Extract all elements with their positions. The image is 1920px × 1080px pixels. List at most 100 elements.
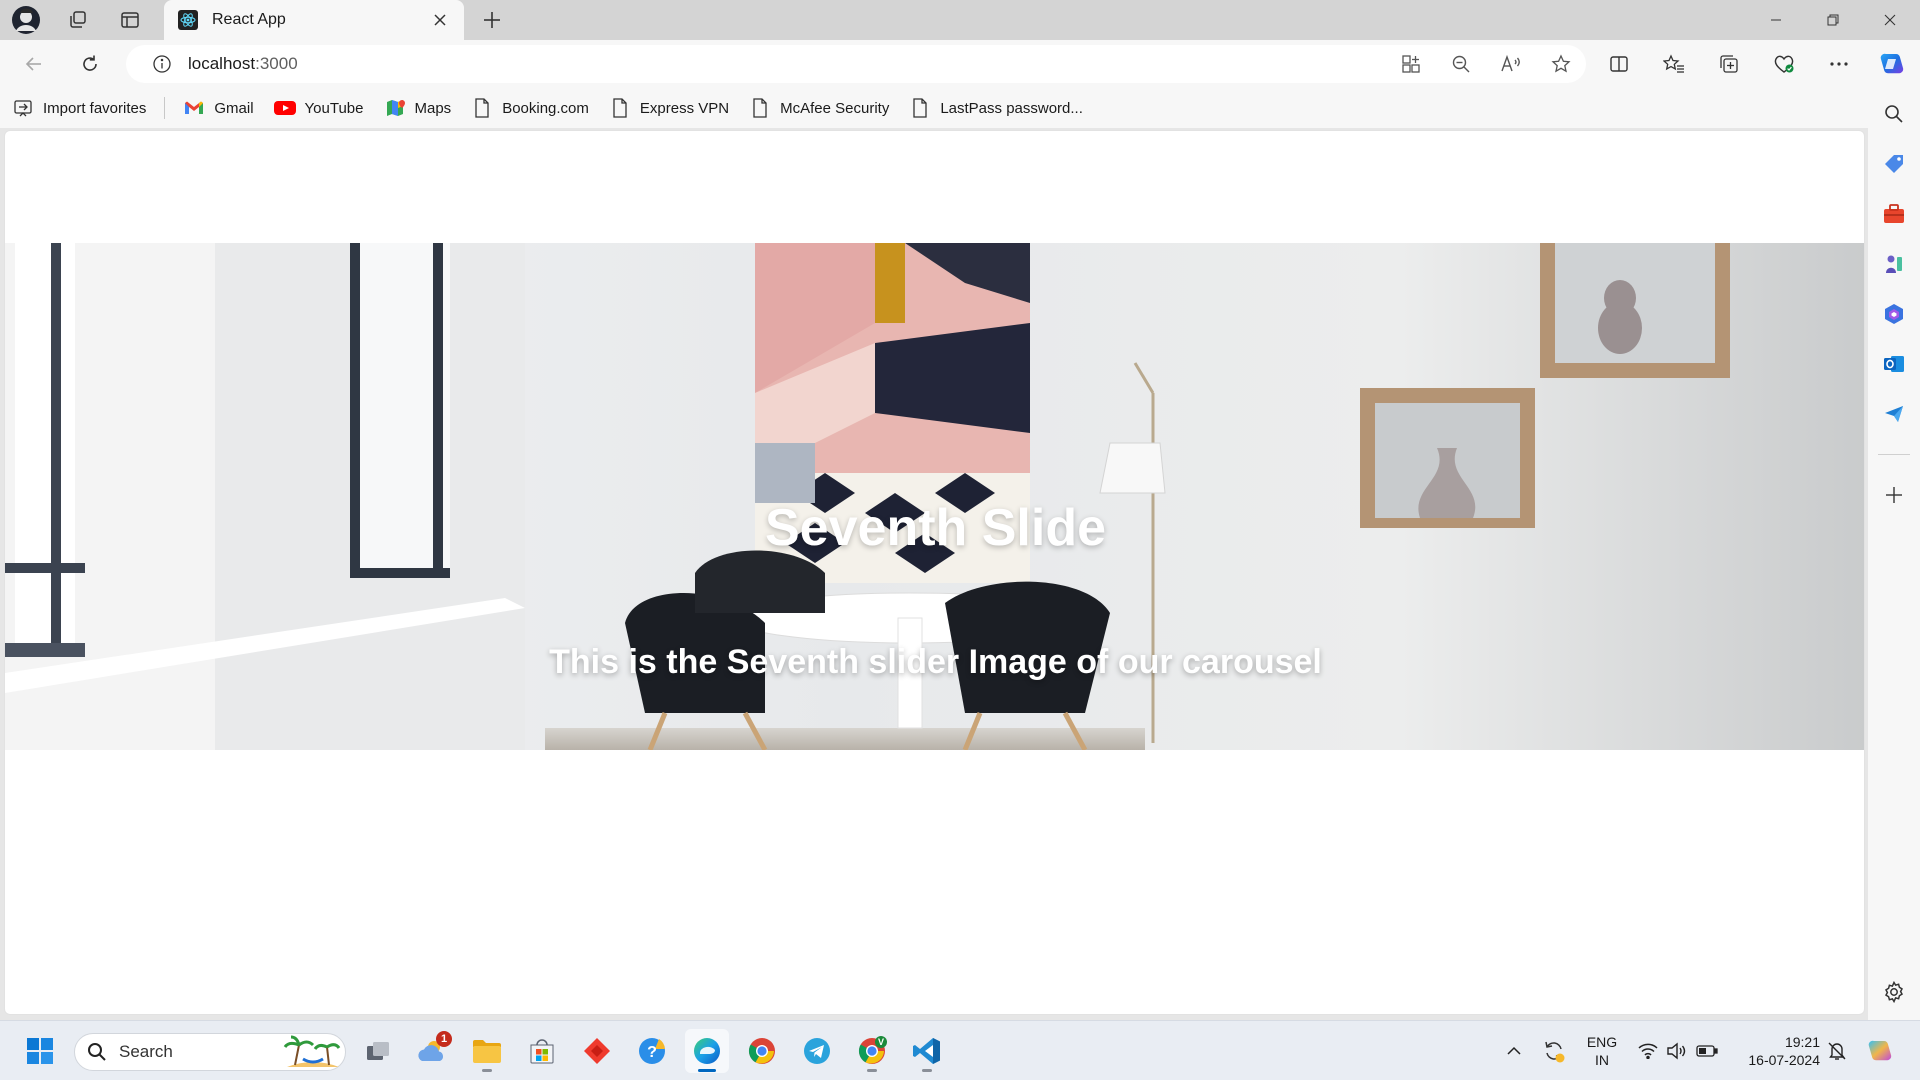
favorite-gmail[interactable]: Gmail [183,97,254,119]
app-available-icon[interactable] [1386,45,1436,83]
language-region: IN [1595,1052,1609,1068]
favorite-lastpass[interactable]: LastPass password... [909,97,1083,119]
youtube-icon [273,97,296,119]
import-icon [12,97,34,119]
page-icon [749,97,771,119]
settings-gear-icon[interactable] [1876,974,1912,1010]
task-view-icon[interactable] [356,1029,400,1073]
favorite-express-vpn[interactable]: Express VPN [609,97,729,119]
running-indicator [482,1069,492,1072]
shopping-tag-icon[interactable] [1876,146,1912,182]
search-label: Search [119,1042,173,1061]
favorite-label: Express VPN [639,99,730,117]
favorite-import-favorites[interactable]: Import favorites [12,97,146,119]
anydesk-icon[interactable] [575,1029,619,1073]
tab-react-app[interactable]: React App [164,0,464,40]
vertical-tabs-icon[interactable] [114,4,146,36]
clock-date: 16-07-2024 [1748,1052,1820,1068]
favorite-label: Maps [414,99,452,117]
input-language-indicator[interactable]: ENG IN [1580,1033,1624,1069]
running-indicator [867,1069,877,1072]
telegram-icon[interactable] [795,1029,839,1073]
chrome-profile-badge: V [878,1037,884,1047]
favorites-icon[interactable] [1656,48,1692,80]
language-code: ENG [1586,1034,1618,1050]
site-info-icon[interactable] [142,54,182,74]
windows-start-icon[interactable] [18,1029,62,1073]
clock-time: 19:21 [1784,1034,1820,1050]
favorites-bar: Import favorites Gmail YouTube Maps Book… [0,88,1920,128]
url-host: localhost [188,54,256,73]
windows-taskbar: Search 1 ? V ENG IN 19:21 16-07-2024 [0,1020,1920,1080]
favorites-divider [164,97,166,119]
browser-essentials-icon[interactable] [1766,48,1802,80]
split-screen-icon[interactable] [1601,48,1637,80]
volume-icon[interactable] [1662,1021,1690,1080]
svg-text:?: ? [647,1044,657,1061]
tools-briefcase-icon[interactable] [1876,196,1912,232]
copilot-taskbar-icon[interactable] [1862,1021,1898,1080]
sync-status-icon[interactable] [1536,1021,1572,1080]
chrome-profile-icon[interactable]: V [850,1029,894,1073]
favorite-label: McAfee Security [780,99,890,117]
games-chess-icon[interactable] [1876,246,1912,282]
chrome-icon[interactable] [740,1029,784,1073]
minimize-button[interactable] [1748,0,1804,40]
favorite-label: Gmail [214,99,254,117]
microsoft-365-icon[interactable] [1876,296,1912,332]
file-explorer-icon[interactable] [465,1029,509,1073]
taskbar-clock[interactable]: 19:21 16-07-2024 [1730,1033,1820,1069]
favorite-youtube[interactable]: YouTube [273,97,364,119]
notification-badge: 1 [436,1031,452,1047]
favorite-label: YouTube [304,99,364,117]
microsoft-store-icon[interactable] [520,1029,564,1073]
tab-strip: React App [0,0,1920,40]
page-icon [909,97,931,119]
restore-button[interactable] [1805,0,1861,40]
read-aloud-icon[interactable] [1486,45,1536,83]
drop-send-icon[interactable] [1876,396,1912,432]
do-not-disturb-icon[interactable] [1822,1021,1852,1080]
close-window-button[interactable] [1862,0,1918,40]
maps-icon [384,97,406,119]
add-icon[interactable] [1876,477,1912,513]
outlook-icon[interactable] [1876,346,1912,382]
favorite-star-icon[interactable] [1536,45,1586,83]
page-viewport: Seventh Slide This is the Seventh slider… [4,130,1865,1015]
react-logo-icon [176,8,200,32]
vscode-icon[interactable] [905,1029,949,1073]
zoom-out-icon[interactable] [1436,45,1486,83]
favorite-maps[interactable]: Maps [384,97,452,119]
browser-toolbar: localhost:3000 [0,40,1920,88]
address-bar[interactable]: localhost:3000 [126,45,1586,83]
show-hidden-icons-chevron-icon[interactable] [1500,1021,1528,1080]
taskbar-search-box[interactable]: Search [74,1033,346,1071]
back-icon[interactable] [16,48,52,80]
url-text[interactable]: localhost:3000 [188,54,1386,74]
wifi-icon[interactable] [1634,1021,1662,1080]
sidebar-divider [1878,454,1910,455]
carousel[interactable]: Seventh Slide This is the Seventh slider… [5,243,1864,750]
search-icon [88,1043,106,1061]
url-port: :3000 [255,54,298,73]
favorite-mcafee-security[interactable]: McAfee Security [749,97,889,119]
battery-icon[interactable] [1692,1021,1722,1080]
weather-widget-icon[interactable]: 1 [410,1029,454,1073]
close-tab-icon[interactable] [428,8,452,32]
get-help-icon[interactable]: ? [630,1029,674,1073]
carousel-slide-caption: This is the Seventh slider Image of our … [549,643,1322,681]
favorite-label: Import favorites [43,99,147,117]
more-options-icon[interactable] [1821,48,1857,80]
edge-browser-icon[interactable] [685,1029,729,1073]
new-tab-button[interactable] [476,4,508,36]
edge-sidebar [1868,88,1920,1020]
collections-icon[interactable] [1711,48,1747,80]
copilot-icon[interactable] [1874,48,1910,80]
refresh-icon[interactable] [72,48,108,80]
favorite-label: Booking.com [502,99,589,117]
favorite-booking[interactable]: Booking.com [471,97,589,119]
workspaces-icon[interactable] [62,4,94,36]
running-indicator [922,1069,932,1072]
profile-avatar[interactable] [10,4,42,36]
search-icon[interactable] [1876,96,1912,132]
